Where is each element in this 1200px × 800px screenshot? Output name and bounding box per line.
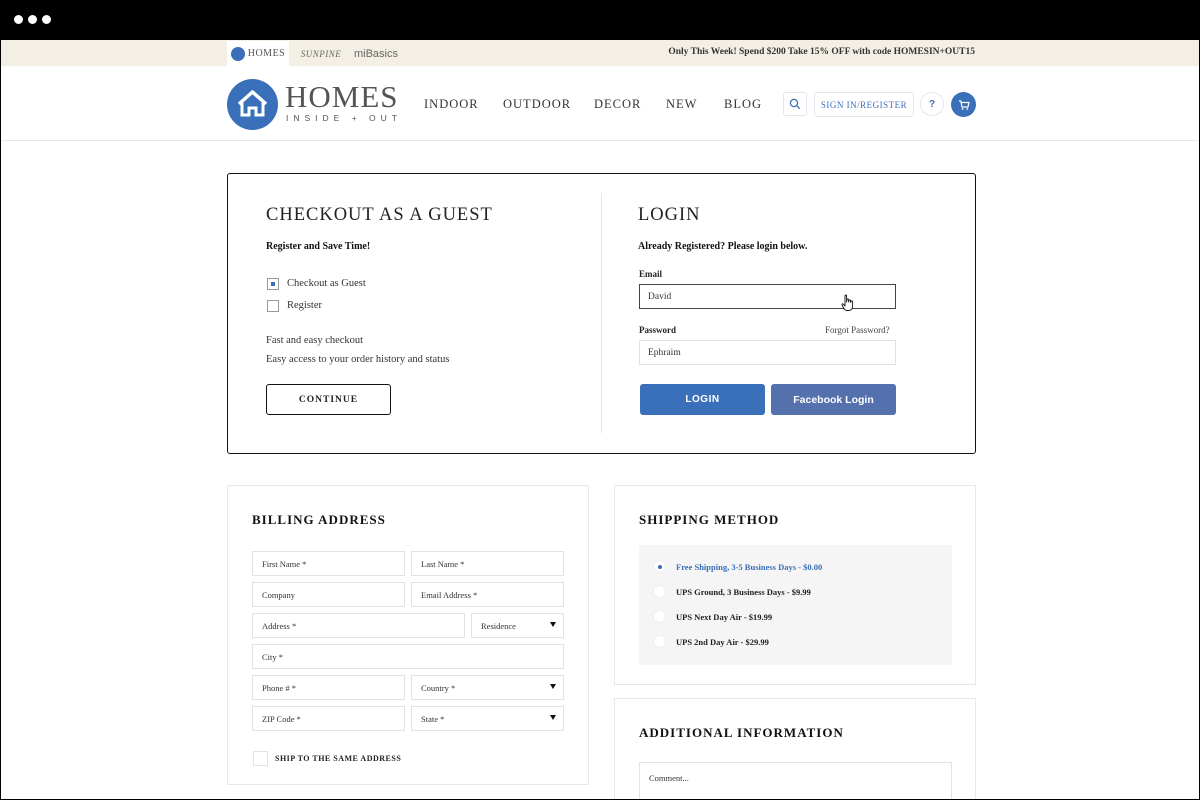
shipping-option-next-day[interactable]: UPS Next Day Air - $19.99	[676, 612, 772, 622]
shipping-radio-ground[interactable]	[653, 585, 666, 598]
phone-field[interactable]: Phone # *	[252, 675, 405, 700]
zip-code-field[interactable]: ZIP Code *	[252, 706, 405, 731]
nav-indoor[interactable]: INDOOR	[424, 97, 479, 112]
first-name-field[interactable]: First Name *	[252, 551, 405, 576]
promo-banner: Only This Week! Spend $200 Take 15% OFF …	[668, 47, 975, 57]
brand-sunpine-label: SUNPINE	[300, 48, 342, 59]
sign-in-register-button[interactable]: SIGN IN/REGISTER	[814, 92, 914, 117]
shipping-options-panel: Free Shipping, 3-5 Business Days - $0.00…	[639, 545, 952, 665]
shipping-radio-2nd-day[interactable]	[653, 635, 666, 648]
browser-viewport: HOMES SUNPINE miBasics Only This Week! S…	[0, 40, 1200, 800]
address-field[interactable]: Address *	[252, 613, 465, 638]
login-subtitle: Already Registered? Please login below.	[638, 241, 808, 252]
register-label[interactable]: Register	[287, 300, 322, 311]
state-select-value: State *	[421, 713, 445, 724]
benefit-text: Fast and easy checkout	[266, 335, 364, 346]
brand-strip: HOMES SUNPINE miBasics Only This Week! S…	[1, 40, 1199, 66]
hand-cursor-icon	[841, 294, 854, 311]
city-field[interactable]: City *	[252, 644, 564, 669]
nav-outdoor[interactable]: OUTDOOR	[503, 97, 571, 112]
brand-tab-homes[interactable]: HOMES	[227, 41, 289, 66]
continue-button[interactable]: CONTINUE	[266, 384, 391, 415]
brand-homes-label: HOMES	[247, 48, 286, 59]
nav-blog[interactable]: BLOG	[724, 97, 762, 112]
help-button[interactable]: ?	[920, 92, 944, 116]
country-select-value: Country *	[421, 682, 456, 693]
site-header: HOMES INSIDE + OUT INDOOR OUTDOOR DECOR …	[1, 66, 1199, 141]
checkout-login-panel: CHECKOUT AS A GUEST Register and Save Ti…	[227, 173, 976, 454]
shipping-option-ground[interactable]: UPS Ground, 3 Business Days - $9.99	[676, 587, 811, 597]
caret-down-icon	[550, 715, 556, 720]
brand-tab-sunpine[interactable]: SUNPINE	[297, 41, 345, 66]
house-icon[interactable]	[227, 79, 278, 130]
shipping-method-card: SHIPPING METHOD Free Shipping, 3-5 Busin…	[614, 485, 976, 685]
nav-decor[interactable]: DECOR	[594, 97, 641, 112]
password-label: Password	[639, 325, 677, 335]
ship-same-address-checkbox[interactable]	[253, 751, 268, 766]
facebook-login-button[interactable]: Facebook Login	[771, 384, 896, 415]
forgot-password-link[interactable]: Forgot Password?	[825, 325, 890, 335]
cart-button[interactable]	[951, 92, 976, 117]
shipping-option-2nd-day[interactable]: UPS 2nd Day Air - $29.99	[676, 637, 769, 647]
checkout-as-guest-checkbox[interactable]	[267, 278, 279, 290]
email-field[interactable]: David	[639, 284, 896, 309]
caret-down-icon	[550, 622, 556, 627]
email-label: Email	[639, 269, 663, 279]
window-dot-icon[interactable]	[42, 15, 51, 24]
ship-same-address-label[interactable]: SHIP TO THE SAME ADDRESS	[275, 754, 401, 763]
cart-icon	[958, 99, 970, 110]
shipping-radio-free[interactable]	[653, 560, 666, 573]
window-dot-icon[interactable]	[14, 15, 23, 24]
checkout-as-guest-label[interactable]: Checkout as Guest	[287, 278, 366, 289]
logo-tagline: INSIDE + OUT	[286, 113, 402, 123]
login-button[interactable]: LOGIN	[640, 384, 765, 415]
country-select[interactable]: Country *	[411, 675, 564, 700]
brand-tab-mibasics[interactable]: miBasics	[353, 41, 399, 66]
guest-title: CHECKOUT AS A GUEST	[266, 205, 493, 225]
password-field[interactable]: Ephraim	[639, 340, 896, 365]
billing-address-card: BILLING ADDRESS First Name * Last Name *…	[227, 485, 589, 785]
window-titlebar	[0, 0, 1200, 40]
additional-information-title: ADDITIONAL INFORMATION	[639, 725, 844, 740]
shipping-radio-next-day[interactable]	[653, 610, 666, 623]
shipping-option-free[interactable]: Free Shipping, 3-5 Business Days - $0.00	[676, 562, 822, 572]
last-name-field[interactable]: Last Name *	[411, 551, 564, 576]
billing-address-title: BILLING ADDRESS	[252, 512, 386, 527]
window-dot-icon[interactable]	[28, 15, 37, 24]
nav-new[interactable]: NEW	[666, 97, 697, 112]
register-checkbox[interactable]	[267, 300, 279, 312]
guest-subtitle: Register and Save Time!	[266, 241, 371, 252]
search-button[interactable]	[783, 92, 807, 116]
benefit-text: Easy access to your order history and st…	[266, 354, 450, 365]
comment-textarea[interactable]: Comment...	[639, 762, 952, 799]
logo-wordmark[interactable]: HOMES	[285, 81, 399, 112]
login-title: LOGIN	[638, 205, 701, 225]
company-field[interactable]: Company	[252, 582, 405, 607]
residence-select[interactable]: Residence	[471, 613, 564, 638]
caret-down-icon	[550, 684, 556, 689]
panel-divider	[601, 193, 602, 433]
state-select[interactable]: State *	[411, 706, 564, 731]
shipping-method-title: SHIPPING METHOD	[639, 512, 780, 527]
search-icon	[789, 98, 801, 110]
residence-select-value: Residence	[481, 620, 516, 631]
brand-mibasics-label: miBasics	[353, 47, 398, 60]
additional-information-card: ADDITIONAL INFORMATION Comment...	[614, 698, 976, 799]
homes-logo-icon	[230, 46, 245, 61]
email-address-field[interactable]: Email Address *	[411, 582, 564, 607]
